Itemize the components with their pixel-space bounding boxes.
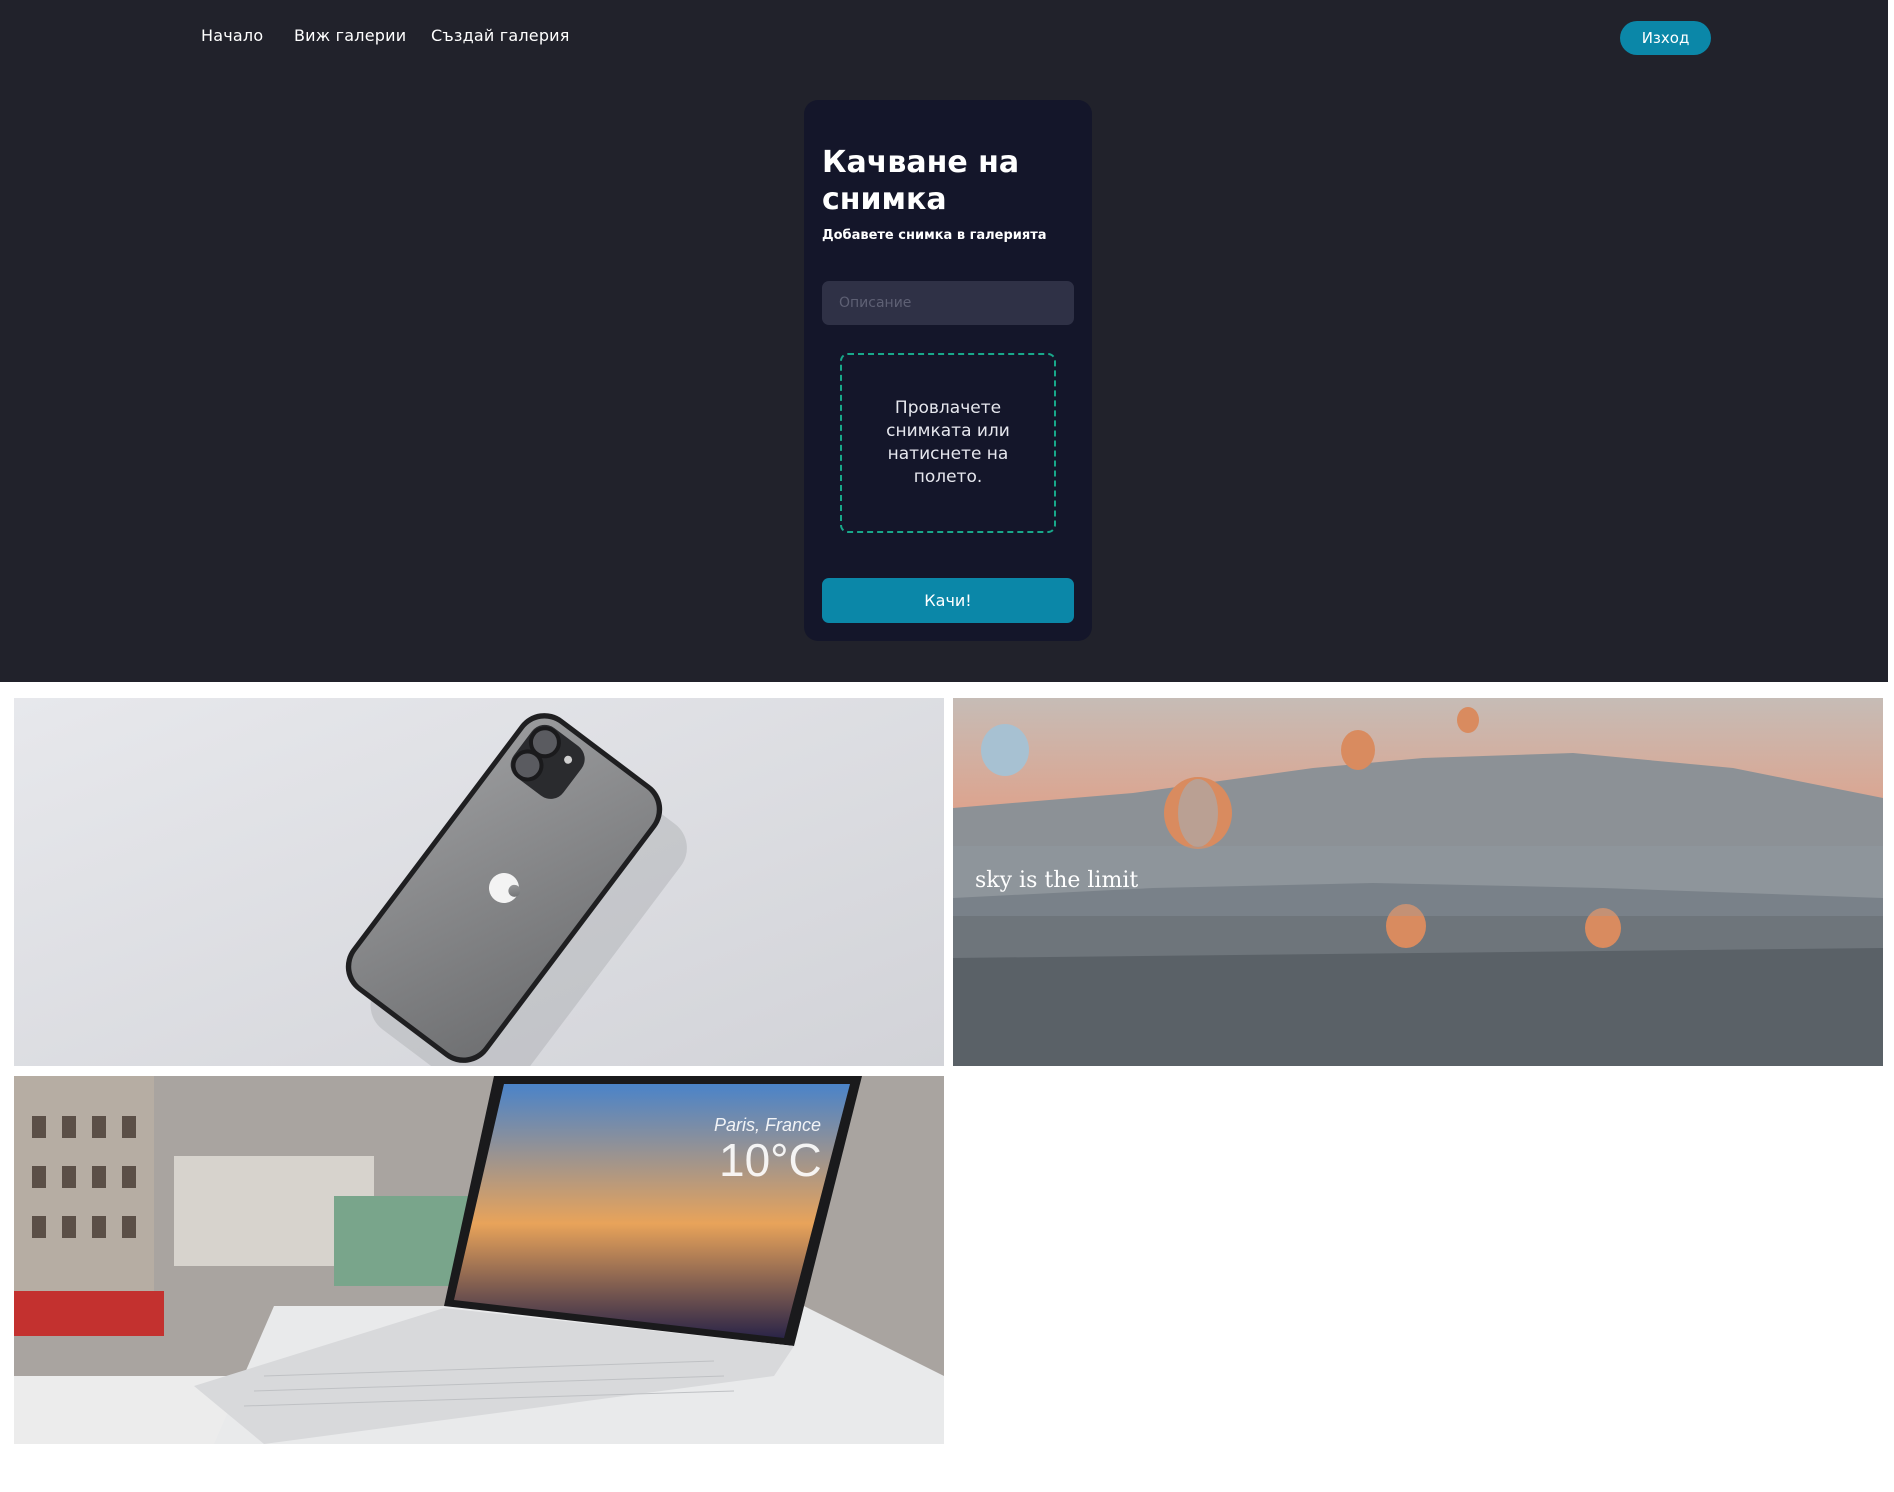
upload-submit-button[interactable]: Качи!	[822, 578, 1074, 623]
nav-link-view-galleries[interactable]: Виж галерии	[294, 26, 406, 45]
logout-button[interactable]: Изход	[1620, 21, 1711, 55]
gallery-item[interactable]: sky is the limit	[953, 698, 1883, 1066]
image-dropzone[interactable]: Провлачете снимката или натиснете на пол…	[840, 353, 1056, 533]
gallery-item-caption: sky is the limit	[953, 846, 1883, 916]
upload-card: Качване на снимка Добавете снимка в гале…	[804, 100, 1092, 641]
top-navbar: Начало Виж галерии Създай галерия Изход	[0, 0, 1888, 76]
upload-subtitle: Добавете снимка в галерията	[822, 228, 1047, 243]
hero-section: Начало Виж галерии Създай галерия Изход …	[0, 0, 1888, 682]
laptop-photo: Paris, France 10°C	[14, 1076, 944, 1444]
gallery-item[interactable]	[14, 698, 944, 1066]
nav-link-home[interactable]: Начало	[201, 26, 263, 45]
laptop-screen-city: Paris, France	[714, 1115, 821, 1135]
description-input[interactable]	[822, 281, 1074, 325]
smartphone-photo	[14, 698, 944, 1066]
dropzone-text: Провлачете снимката или натиснете на пол…	[886, 398, 1010, 487]
nav-link-create-gallery[interactable]: Създай галерия	[431, 26, 570, 45]
upload-title: Качване на снимка	[822, 145, 1020, 217]
laptop-screen-temp: 10°C	[719, 1134, 822, 1186]
gallery-item[interactable]: Paris, France 10°C	[14, 1076, 944, 1444]
